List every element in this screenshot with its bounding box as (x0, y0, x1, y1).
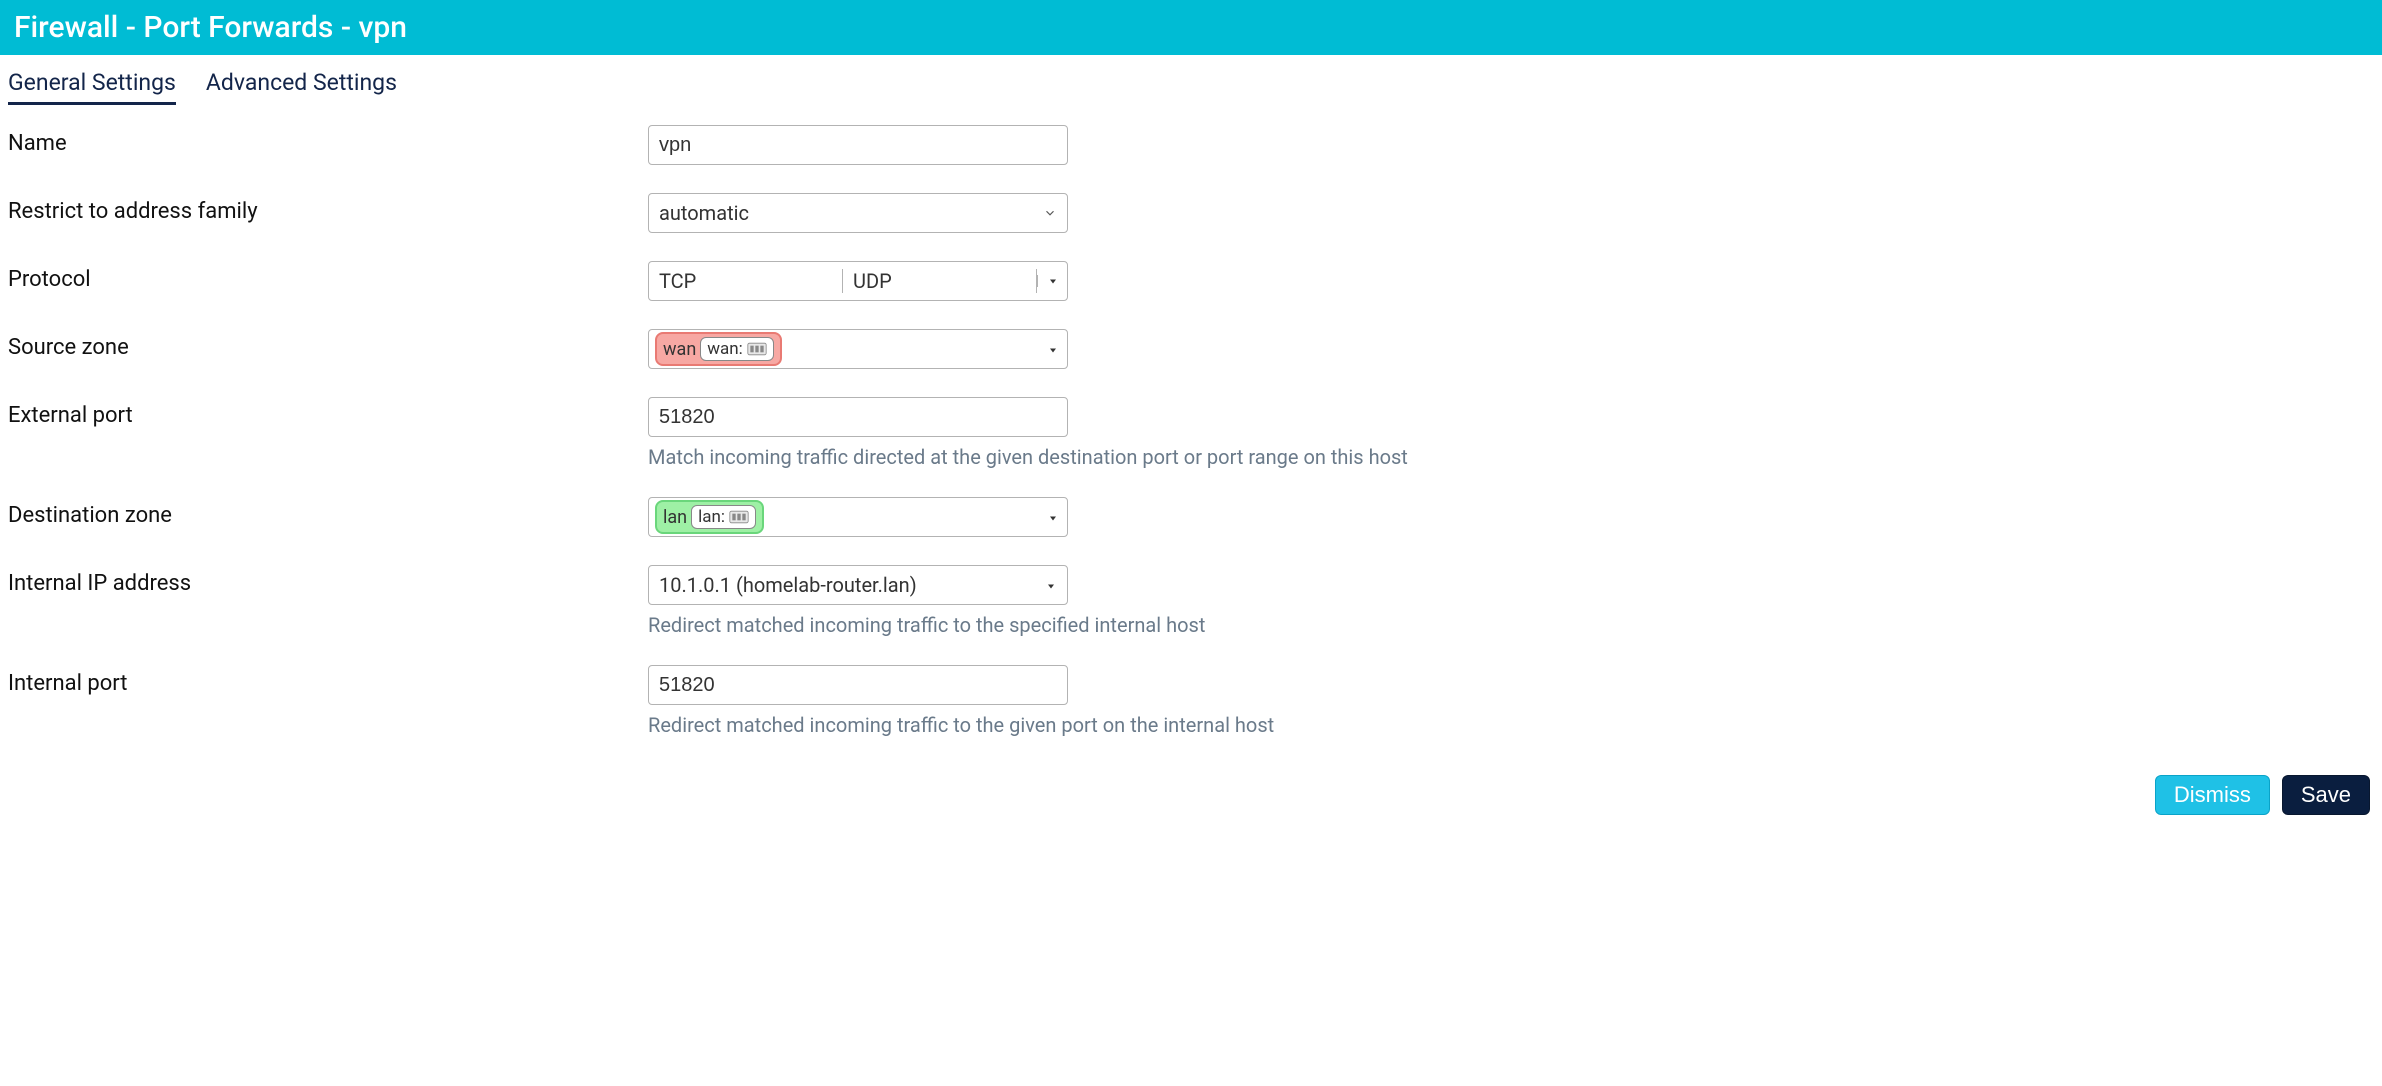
ethernet-port-icon (729, 510, 749, 524)
source-zone-interface-label: wan: (707, 339, 743, 359)
internal-port-help: Redirect matched incoming traffic to the… (648, 713, 2374, 737)
external-port-help: Match incoming traffic directed at the g… (648, 445, 2374, 469)
label-protocol: Protocol (8, 261, 648, 292)
protocol-tag-udp[interactable]: UDP (843, 269, 1037, 293)
tabs: General Settings Advanced Settings (0, 55, 2382, 105)
destination-zone-select[interactable]: lan lan: (648, 497, 1068, 537)
protocol-tag-tcp[interactable]: TCP (649, 269, 843, 293)
protocol-select[interactable]: TCP UDP (648, 261, 1068, 301)
label-name: Name (8, 125, 648, 156)
page-title: Firewall - Port Forwards - vpn (14, 10, 407, 45)
dismiss-button[interactable]: Dismiss (2155, 775, 2270, 815)
destination-zone-name: lan (663, 507, 687, 528)
label-internal-port: Internal port (8, 665, 648, 696)
source-zone-interface: wan: (700, 337, 774, 361)
internal-ip-select[interactable]: 10.1.0.1 (homelab-router.lan) (648, 565, 1068, 605)
internal-port-field[interactable] (659, 674, 1057, 697)
external-port-input[interactable] (648, 397, 1068, 437)
address-family-value: automatic (659, 201, 1057, 225)
protocol-dropdown-toggle[interactable] (1037, 275, 1067, 287)
ethernet-port-icon (747, 342, 767, 356)
destination-zone-interface: lan: (691, 505, 756, 529)
tab-advanced-settings[interactable]: Advanced Settings (206, 69, 397, 105)
page-header: Firewall - Port Forwards - vpn (0, 0, 2382, 55)
source-zone-select[interactable]: wan wan: (648, 329, 1068, 369)
name-input[interactable] (648, 125, 1068, 165)
tab-general-settings[interactable]: General Settings (8, 69, 176, 105)
source-zone-badge: wan wan: (655, 332, 782, 366)
save-button[interactable]: Save (2282, 775, 2370, 815)
name-input-field[interactable] (659, 134, 1057, 157)
internal-ip-value: 10.1.0.1 (homelab-router.lan) (659, 573, 1057, 597)
label-internal-ip: Internal IP address (8, 565, 648, 596)
label-external-port: External port (8, 397, 648, 428)
destination-zone-badge: lan lan: (655, 500, 764, 534)
source-zone-dropdown-toggle[interactable] (1047, 337, 1059, 361)
action-bar: Dismiss Save (0, 775, 2382, 827)
internal-ip-help: Redirect matched incoming traffic to the… (648, 613, 2374, 637)
label-source-zone: Source zone (8, 329, 648, 360)
address-family-select[interactable]: automatic (648, 193, 1068, 233)
label-destination-zone: Destination zone (8, 497, 648, 528)
source-zone-name: wan (663, 339, 696, 360)
destination-zone-dropdown-toggle[interactable] (1047, 505, 1059, 529)
external-port-field[interactable] (659, 406, 1057, 429)
internal-port-input[interactable] (648, 665, 1068, 705)
form: Name Restrict to address family automati… (0, 105, 2382, 775)
label-address-family: Restrict to address family (8, 193, 648, 224)
destination-zone-interface-label: lan: (698, 507, 725, 527)
